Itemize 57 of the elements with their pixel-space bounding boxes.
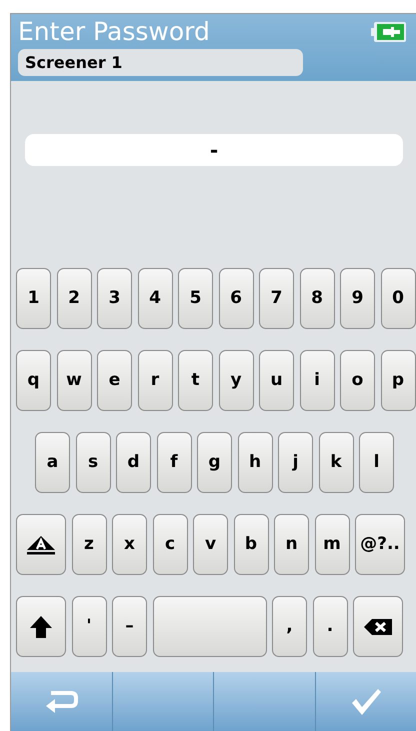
symbols-key[interactable]: @?..: [355, 514, 405, 575]
keyboard-key[interactable]: o: [340, 350, 375, 411]
keyboard-key[interactable]: c: [152, 514, 188, 575]
keyboard-key[interactable]: 4: [138, 268, 172, 329]
keyboard-key[interactable]: .: [312, 596, 348, 657]
keyboard-key[interactable]: d: [116, 432, 151, 493]
screen-title: Enter Password: [18, 16, 210, 48]
keyboard-key[interactable]: q: [16, 350, 51, 411]
space-key[interactable]: [152, 596, 266, 657]
keyboard-key[interactable]: 9: [340, 268, 375, 329]
toolbar-button[interactable]: [213, 672, 314, 731]
keyboard-key[interactable]: z: [72, 514, 106, 575]
keyboard-key[interactable]: h: [238, 432, 272, 493]
keyboard-key[interactable]: i: [300, 350, 334, 411]
keyboard-key[interactable]: m: [314, 514, 350, 575]
keyboard-key[interactable]: f: [156, 432, 192, 493]
keyboard-key[interactable]: j: [278, 432, 313, 493]
keyboard-key[interactable]: 7: [259, 268, 294, 329]
backspace-icon: [364, 618, 392, 636]
caps-lock-icon: [26, 534, 56, 554]
user-name-field: Screener 1: [18, 49, 303, 76]
keyboard-key[interactable]: w: [56, 350, 92, 411]
keyboard-key[interactable]: t: [178, 350, 213, 411]
keyboard-key[interactable]: ': [72, 596, 106, 657]
keyboard-key[interactable]: n: [274, 514, 309, 575]
back-button[interactable]: [11, 672, 112, 731]
keyboard-key[interactable]: s: [76, 432, 110, 493]
keyboard-key[interactable]: 8: [300, 268, 334, 329]
keyboard-key[interactable]: 0: [380, 268, 416, 329]
keyboard-key[interactable]: 2: [56, 268, 92, 329]
keyboard-key[interactable]: 5: [178, 268, 213, 329]
shift-key[interactable]: [16, 596, 66, 657]
checkmark-icon: [350, 688, 382, 716]
keyboard-key[interactable]: u: [259, 350, 294, 411]
keyboard-key[interactable]: g: [197, 432, 232, 493]
up-arrow-icon: [29, 614, 53, 638]
confirm-button[interactable]: [314, 672, 416, 731]
keyboard-key[interactable]: –: [112, 596, 147, 657]
toolbar-button[interactable]: [112, 672, 213, 731]
keyboard-key[interactable]: k: [318, 432, 354, 493]
keyboard-key[interactable]: r: [138, 350, 172, 411]
keyboard-key[interactable]: 1: [16, 268, 51, 329]
keyboard-key[interactable]: v: [193, 514, 228, 575]
keyboard-key[interactable]: a: [35, 432, 70, 493]
keyboard-key[interactable]: y: [218, 350, 254, 411]
keyboard-key[interactable]: l: [359, 432, 394, 493]
keyboard-key[interactable]: 6: [218, 268, 254, 329]
caps-lock-key[interactable]: [16, 514, 66, 575]
keyboard-key[interactable]: ,: [272, 596, 307, 657]
keyboard-key[interactable]: b: [234, 514, 268, 575]
keyboard-key[interactable]: e: [97, 350, 132, 411]
keyboard-key[interactable]: p: [380, 350, 416, 411]
keyboard-key[interactable]: x: [112, 514, 147, 575]
keyboard-key[interactable]: 3: [97, 268, 132, 329]
backspace-key[interactable]: [353, 596, 403, 657]
password-field[interactable]: -: [25, 134, 403, 166]
battery-icon: [371, 21, 407, 43]
